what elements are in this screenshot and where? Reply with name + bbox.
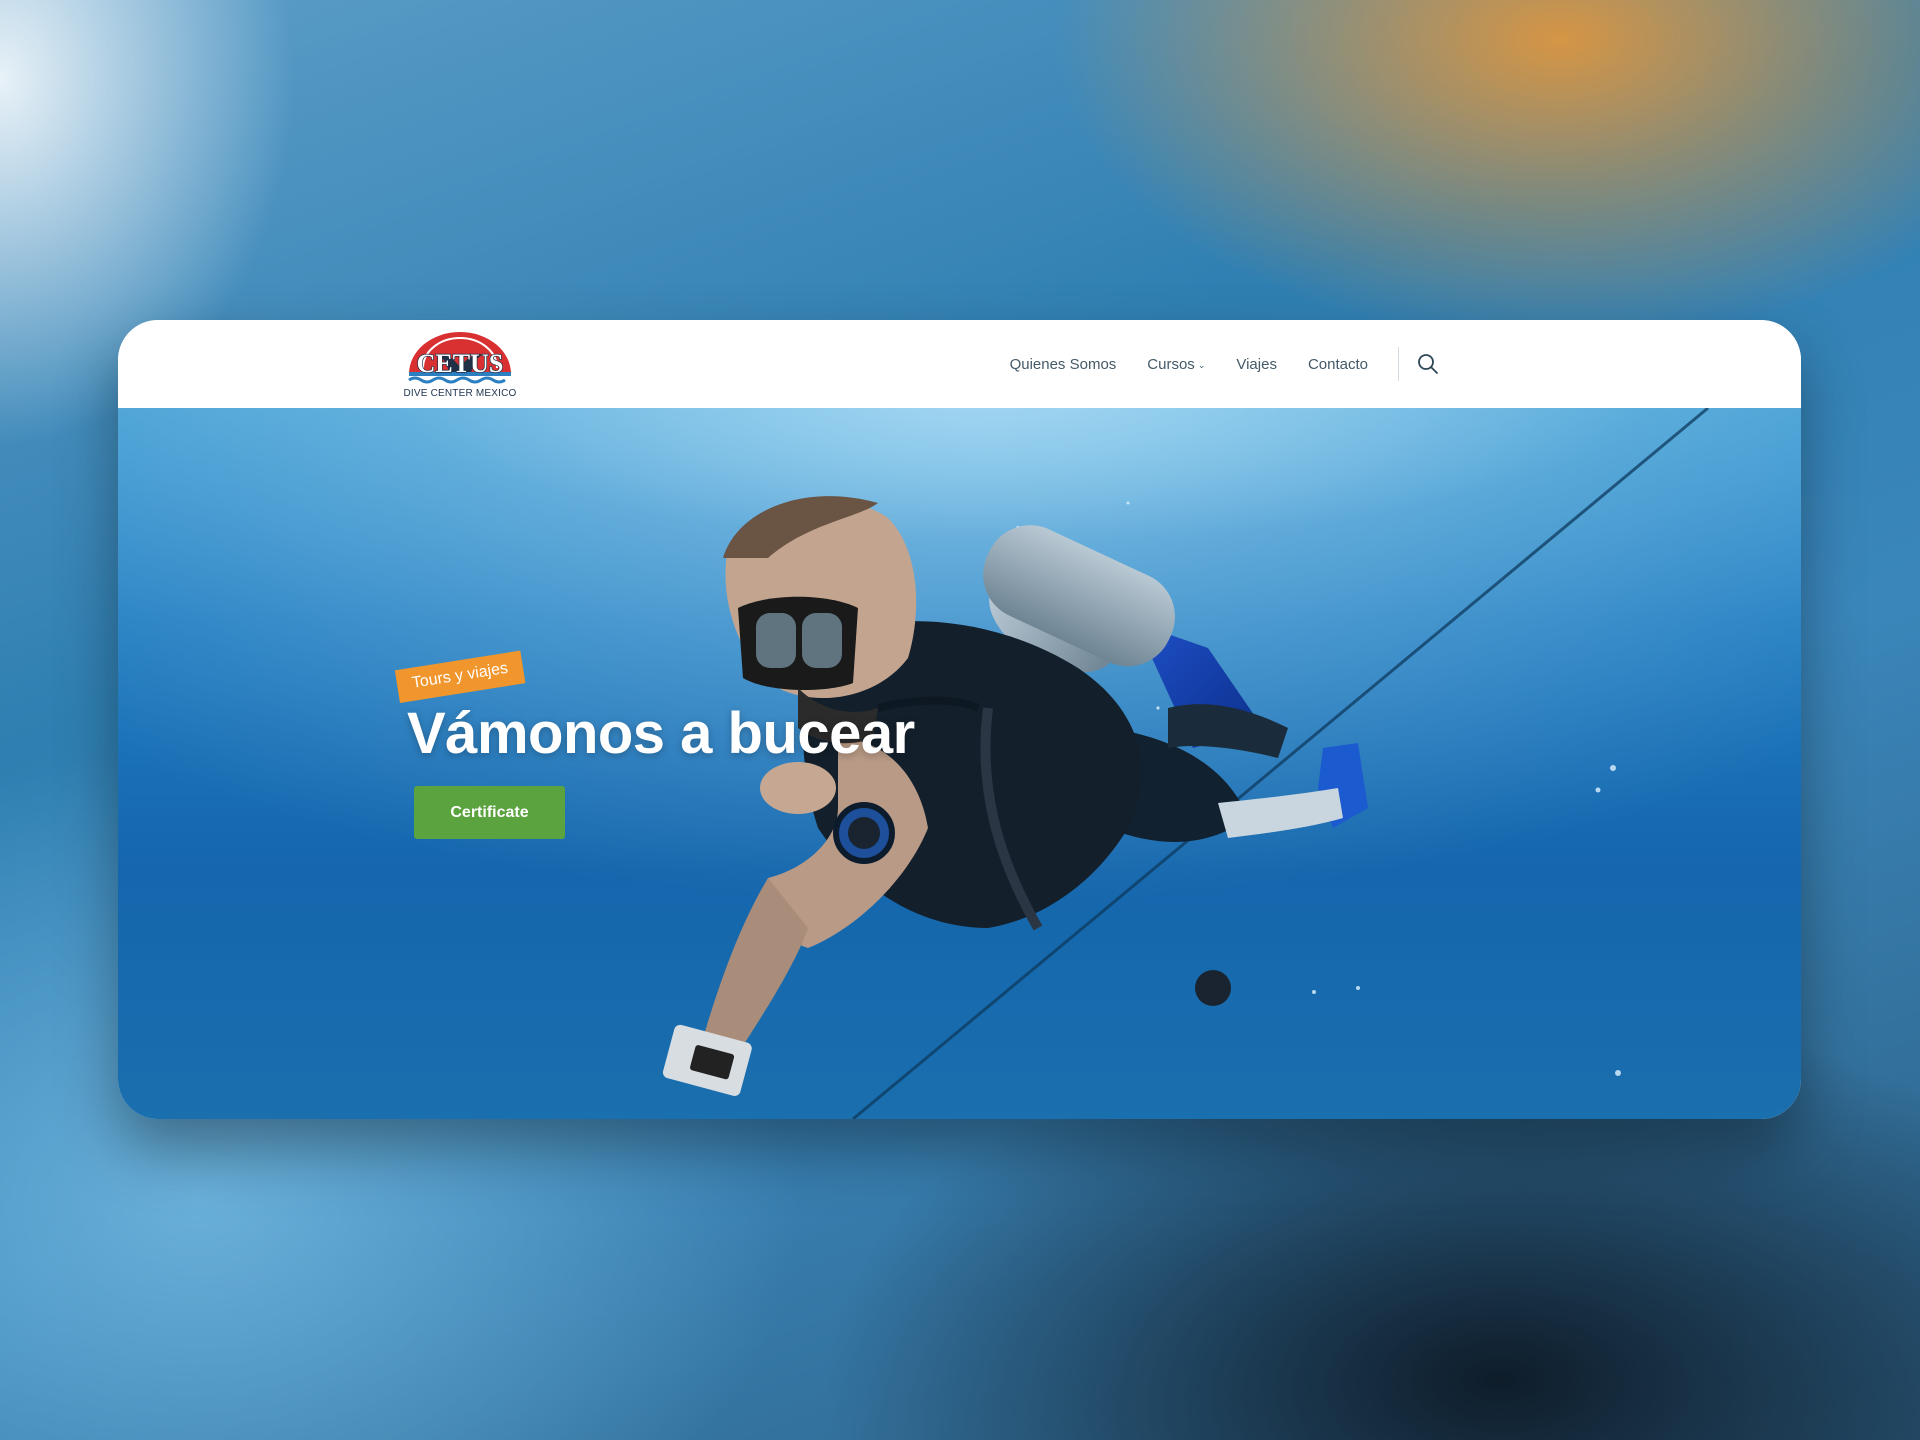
nav-item-cursos[interactable]: Cursos ⌄ — [1147, 356, 1205, 373]
logo-whale-tail-icon: CETUS — [408, 332, 511, 384]
certificate-button[interactable]: Certificate — [414, 786, 565, 839]
svg-text:CETUS: CETUS — [417, 349, 504, 378]
search-button[interactable] — [1415, 351, 1441, 377]
nav-item-contacto[interactable]: Contacto — [1308, 356, 1368, 373]
logo-subtitle: DIVE CENTER MEXICO — [403, 388, 517, 399]
site-header: CETUS DIVE CENTER MEXICO Quienes Somos C… — [118, 320, 1801, 408]
site-logo[interactable]: CETUS DIVE CENTER MEXICO — [401, 328, 519, 404]
nav-item-label: Cursos — [1147, 355, 1195, 373]
main-nav: Quienes Somos Cursos ⌄ Viajes Contacto — [979, 320, 1441, 408]
browser-window: CETUS DIVE CENTER MEXICO Quienes Somos C… — [118, 320, 1801, 1119]
search-icon — [1418, 354, 1438, 374]
scuba-diver-image — [118, 408, 1801, 1119]
nav-divider — [1398, 347, 1399, 381]
nav-item-label: Quienes Somos — [1009, 355, 1117, 373]
nav-item-label: Contacto — [1307, 355, 1368, 373]
nav-item-label: Viajes — [1236, 355, 1277, 373]
nav-item-quienes-somos[interactable]: Quienes Somos — [1010, 356, 1117, 373]
hero-headline: Vámonos a bucear — [407, 701, 915, 766]
nav-item-viajes[interactable]: Viajes — [1236, 356, 1277, 373]
hero-section: Tours y viajes Vámonos a bucear Certific… — [118, 408, 1801, 1119]
chevron-down-icon: ⌄ — [1197, 360, 1206, 370]
